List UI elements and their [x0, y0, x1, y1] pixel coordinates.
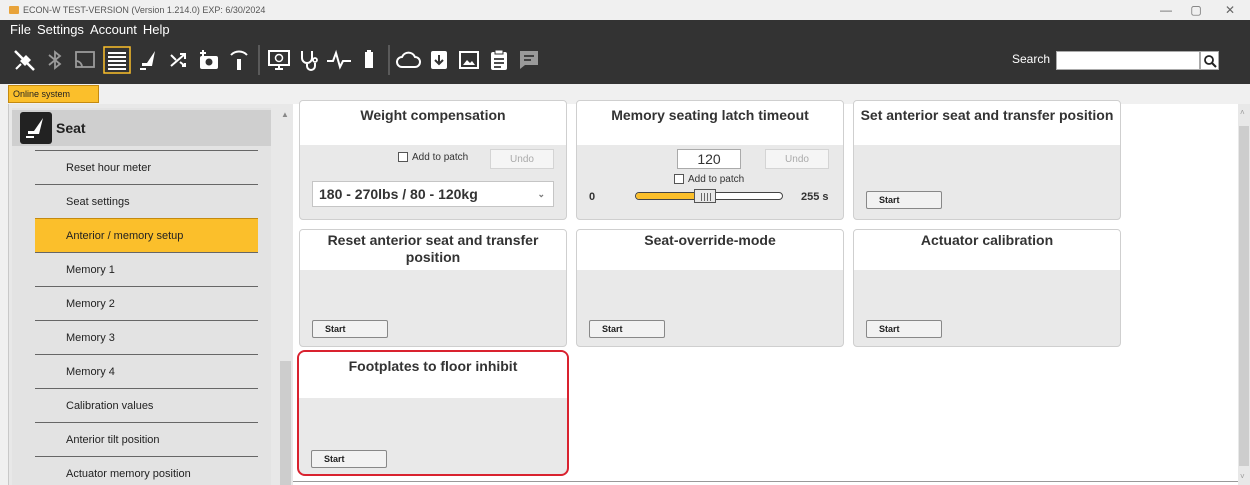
weight-select-value: 180 - 270lbs / 80 - 120kg [319, 186, 478, 202]
toolbar-divider [258, 45, 260, 75]
wifi-alert-icon[interactable] [224, 44, 254, 76]
card-reset-anterior-seat: Reset anterior seat and transfer positio… [299, 229, 567, 347]
cloud-icon[interactable] [394, 44, 424, 76]
sidebar-header-seat[interactable]: Seat [12, 110, 271, 146]
sidebar-item-calibration-values[interactable]: Calibration values [35, 388, 258, 422]
card-set-anterior-seat: Set anterior seat and transfer position … [853, 100, 1121, 220]
sidebar-scrollbar[interactable]: ▲ [279, 108, 292, 485]
download-icon[interactable] [424, 44, 454, 76]
checkbox-label: Add to patch [688, 174, 745, 185]
start-button[interactable]: Start [311, 450, 387, 468]
menu-file[interactable]: File [10, 22, 31, 37]
checkbox-icon[interactable] [674, 174, 684, 185]
chevron-down-icon: ⌄ [537, 189, 545, 199]
stethoscope-icon[interactable] [294, 44, 324, 76]
sidebar-item-actuator-memory-position[interactable]: Actuator memory position [35, 456, 258, 485]
slider-thumb[interactable] [693, 189, 716, 203]
search-button[interactable] [1200, 51, 1219, 70]
sidebar-item-memory-2[interactable]: Memory 2 [35, 286, 258, 320]
sidebar-item-seat-settings[interactable]: Seat settings [35, 184, 258, 218]
menu-settings[interactable]: Settings [37, 22, 84, 37]
start-button[interactable]: Start [312, 320, 388, 338]
header-bar: File Settings Account Help Search [0, 20, 1250, 84]
main-bottom-divider [293, 481, 1238, 485]
slider-min-label: 0 [589, 191, 596, 203]
toolbar-divider [388, 45, 390, 75]
window-title: ECON-W TEST-VERSION (Version 1.214.0) EX… [23, 5, 266, 15]
clipboard-icon[interactable] [484, 44, 514, 76]
scroll-up-icon[interactable]: ˄ [1240, 108, 1245, 117]
title-bar: ECON-W TEST-VERSION (Version 1.214.0) EX… [0, 0, 1250, 20]
sidebar-item-memory-3[interactable]: Memory 3 [35, 320, 258, 354]
add-to-patch-checkbox[interactable]: Add to patch [674, 174, 744, 185]
search-label: Search [1012, 52, 1051, 66]
sidebar-item-memory-4[interactable]: Memory 4 [35, 354, 258, 388]
card-title: Weight compensation [300, 101, 566, 145]
card-memory-seating-latch-timeout: Memory seating latch timeout 120 Undo Ad… [576, 100, 844, 220]
card-title: Memory seating latch timeout [577, 101, 843, 145]
bluetooth-icon[interactable] [40, 44, 70, 76]
close-icon[interactable]: ✕ [1210, 0, 1250, 20]
search-input[interactable] [1056, 51, 1200, 70]
monitor-icon[interactable] [264, 44, 294, 76]
sidebar-item-anterior-tilt-position[interactable]: Anterior tilt position [35, 422, 258, 456]
weight-select[interactable]: 180 - 270lbs / 80 - 120kg ⌄ [312, 181, 554, 207]
sidebar-item-anterior-memory-setup[interactable]: Anterior / memory setup [35, 218, 258, 252]
list-icon[interactable] [100, 44, 134, 76]
sidebar-item-reset-hour-meter[interactable]: Reset hour meter [35, 150, 258, 184]
undo-button[interactable]: Undo [765, 149, 829, 169]
image-icon[interactable] [454, 44, 484, 76]
card-title: Actuator calibration [854, 230, 1120, 270]
camera-plus-icon[interactable] [194, 44, 224, 76]
slider-max-label: 255 s [801, 191, 829, 203]
tab-online-system[interactable]: Online system [8, 85, 99, 103]
main-panel: Weight compensation Add to patch Undo 18… [293, 100, 1238, 485]
start-button[interactable]: Start [589, 320, 665, 338]
toolbar [10, 42, 544, 78]
scroll-down-icon[interactable]: ˅ [1240, 472, 1245, 481]
card-title: Set anterior seat and transfer position [854, 101, 1120, 145]
card-weight-compensation: Weight compensation Add to patch Undo 18… [299, 100, 567, 220]
start-button[interactable]: Start [866, 191, 942, 209]
app-icon [9, 6, 19, 14]
checkbox-label: Add to patch [412, 152, 469, 163]
search-icon [1203, 54, 1217, 68]
card-footplates-to-floor-inhibit: Footplates to floor inhibit Start [297, 350, 569, 476]
cast-icon[interactable] [70, 44, 100, 76]
seat-icon [20, 112, 52, 144]
card-title: Footplates to floor inhibit [299, 352, 567, 398]
main-scroll-thumb[interactable] [1239, 126, 1249, 466]
menu-bar: File Settings Account Help [10, 22, 170, 37]
timeout-value-input[interactable]: 120 [677, 149, 741, 169]
disconnect-icon[interactable] [10, 44, 40, 76]
message-icon[interactable] [514, 44, 544, 76]
sidebar-scroll-thumb[interactable] [280, 361, 291, 485]
menu-help[interactable]: Help [143, 22, 170, 37]
shuffle-icon[interactable] [164, 44, 194, 76]
scroll-up-icon[interactable]: ▲ [281, 110, 289, 119]
card-title: Seat-override-mode [577, 230, 843, 270]
start-button[interactable]: Start [866, 320, 942, 338]
main-scrollbar[interactable]: ˄ ˅ [1238, 104, 1250, 485]
card-actuator-calibration: Actuator calibration Start [853, 229, 1121, 347]
pulse-icon[interactable] [324, 44, 354, 76]
checkbox-icon[interactable] [398, 152, 408, 163]
seat-icon[interactable] [134, 44, 164, 76]
menu-account[interactable]: Account [90, 22, 137, 37]
undo-button[interactable]: Undo [490, 149, 554, 169]
card-title: Reset anterior seat and transfer positio… [300, 230, 566, 270]
battery-icon[interactable] [354, 44, 384, 76]
sidebar-title: Seat [56, 120, 86, 136]
card-seat-override-mode: Seat-override-mode Start [576, 229, 844, 347]
sidebar-item-memory-1[interactable]: Memory 1 [35, 252, 258, 286]
add-to-patch-checkbox[interactable]: Add to patch [398, 152, 468, 163]
